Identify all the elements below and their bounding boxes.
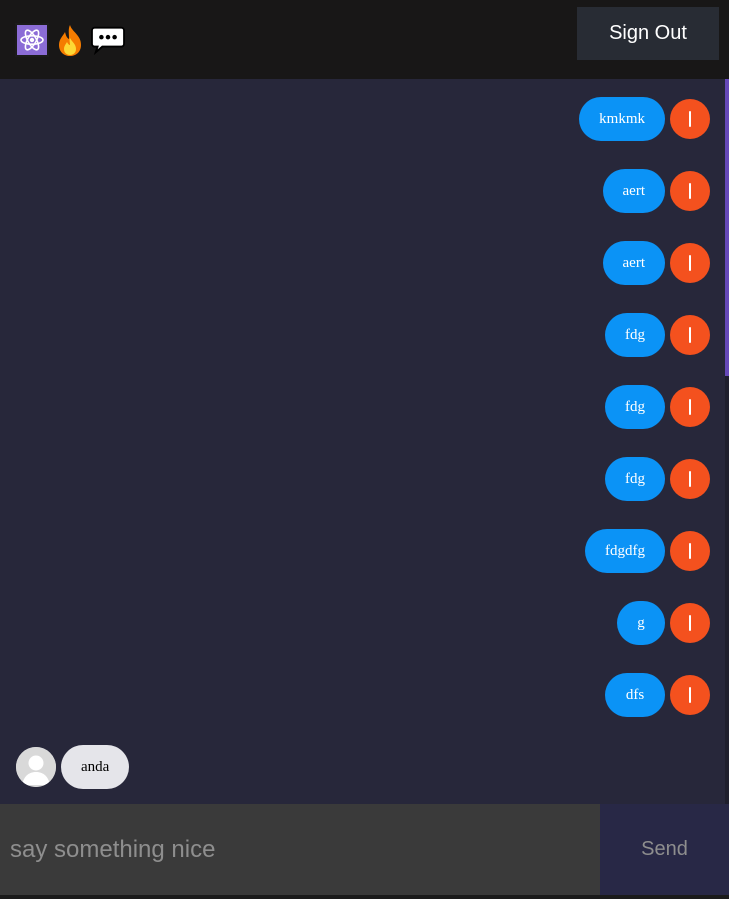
user-avatar — [670, 243, 710, 283]
user-avatar — [670, 459, 710, 499]
bottom-edge — [0, 895, 729, 899]
user-avatar — [670, 603, 710, 643]
scrollbar-thumb[interactable] — [725, 79, 729, 376]
app-logo — [15, 22, 125, 57]
message-input[interactable] — [0, 804, 600, 895]
message-bubble: fdg — [605, 457, 665, 501]
message-sent: fdg — [605, 385, 710, 429]
message-bubble: kmkmk — [579, 97, 665, 141]
message-bubble: fdgdfg — [585, 529, 665, 573]
scrollbar[interactable] — [725, 79, 729, 804]
user-avatar — [670, 531, 710, 571]
message-sent: fdg — [605, 457, 710, 501]
user-avatar — [670, 387, 710, 427]
message-bubble: g — [617, 601, 665, 645]
message-bubble: aert — [602, 241, 665, 285]
app-header: Sign Out — [0, 0, 729, 79]
user-avatar — [670, 99, 710, 139]
message-sent: dfs — [605, 673, 710, 717]
message-sent: g — [617, 601, 710, 645]
message-sent: fdg — [605, 313, 710, 357]
message-sent: kmkmk — [579, 97, 710, 141]
atom-icon — [15, 22, 49, 57]
message-bubble: anda — [61, 745, 130, 789]
user-avatar — [670, 675, 710, 715]
user-avatar — [670, 315, 710, 355]
message-sent: aert — [602, 241, 710, 285]
message-received: anda — [16, 745, 130, 789]
message-bubble: fdg — [605, 385, 665, 429]
message-bubble: aert — [602, 169, 665, 213]
message-sent: fdgdfg — [585, 529, 710, 573]
default-avatar-icon — [16, 747, 56, 787]
fire-icon — [53, 23, 87, 57]
chat-messages[interactable]: kmkmk aert aert fdg fdg fdg fdgdfg g dfs — [0, 79, 729, 804]
speech-bubble-icon — [91, 23, 125, 57]
message-sent: aert — [602, 169, 710, 213]
message-bubble: dfs — [605, 673, 665, 717]
message-bubble: fdg — [605, 313, 665, 357]
send-button[interactable]: Send — [600, 804, 729, 895]
sign-out-button[interactable]: Sign Out — [577, 7, 719, 60]
user-avatar — [670, 171, 710, 211]
message-form: Send — [0, 804, 729, 895]
